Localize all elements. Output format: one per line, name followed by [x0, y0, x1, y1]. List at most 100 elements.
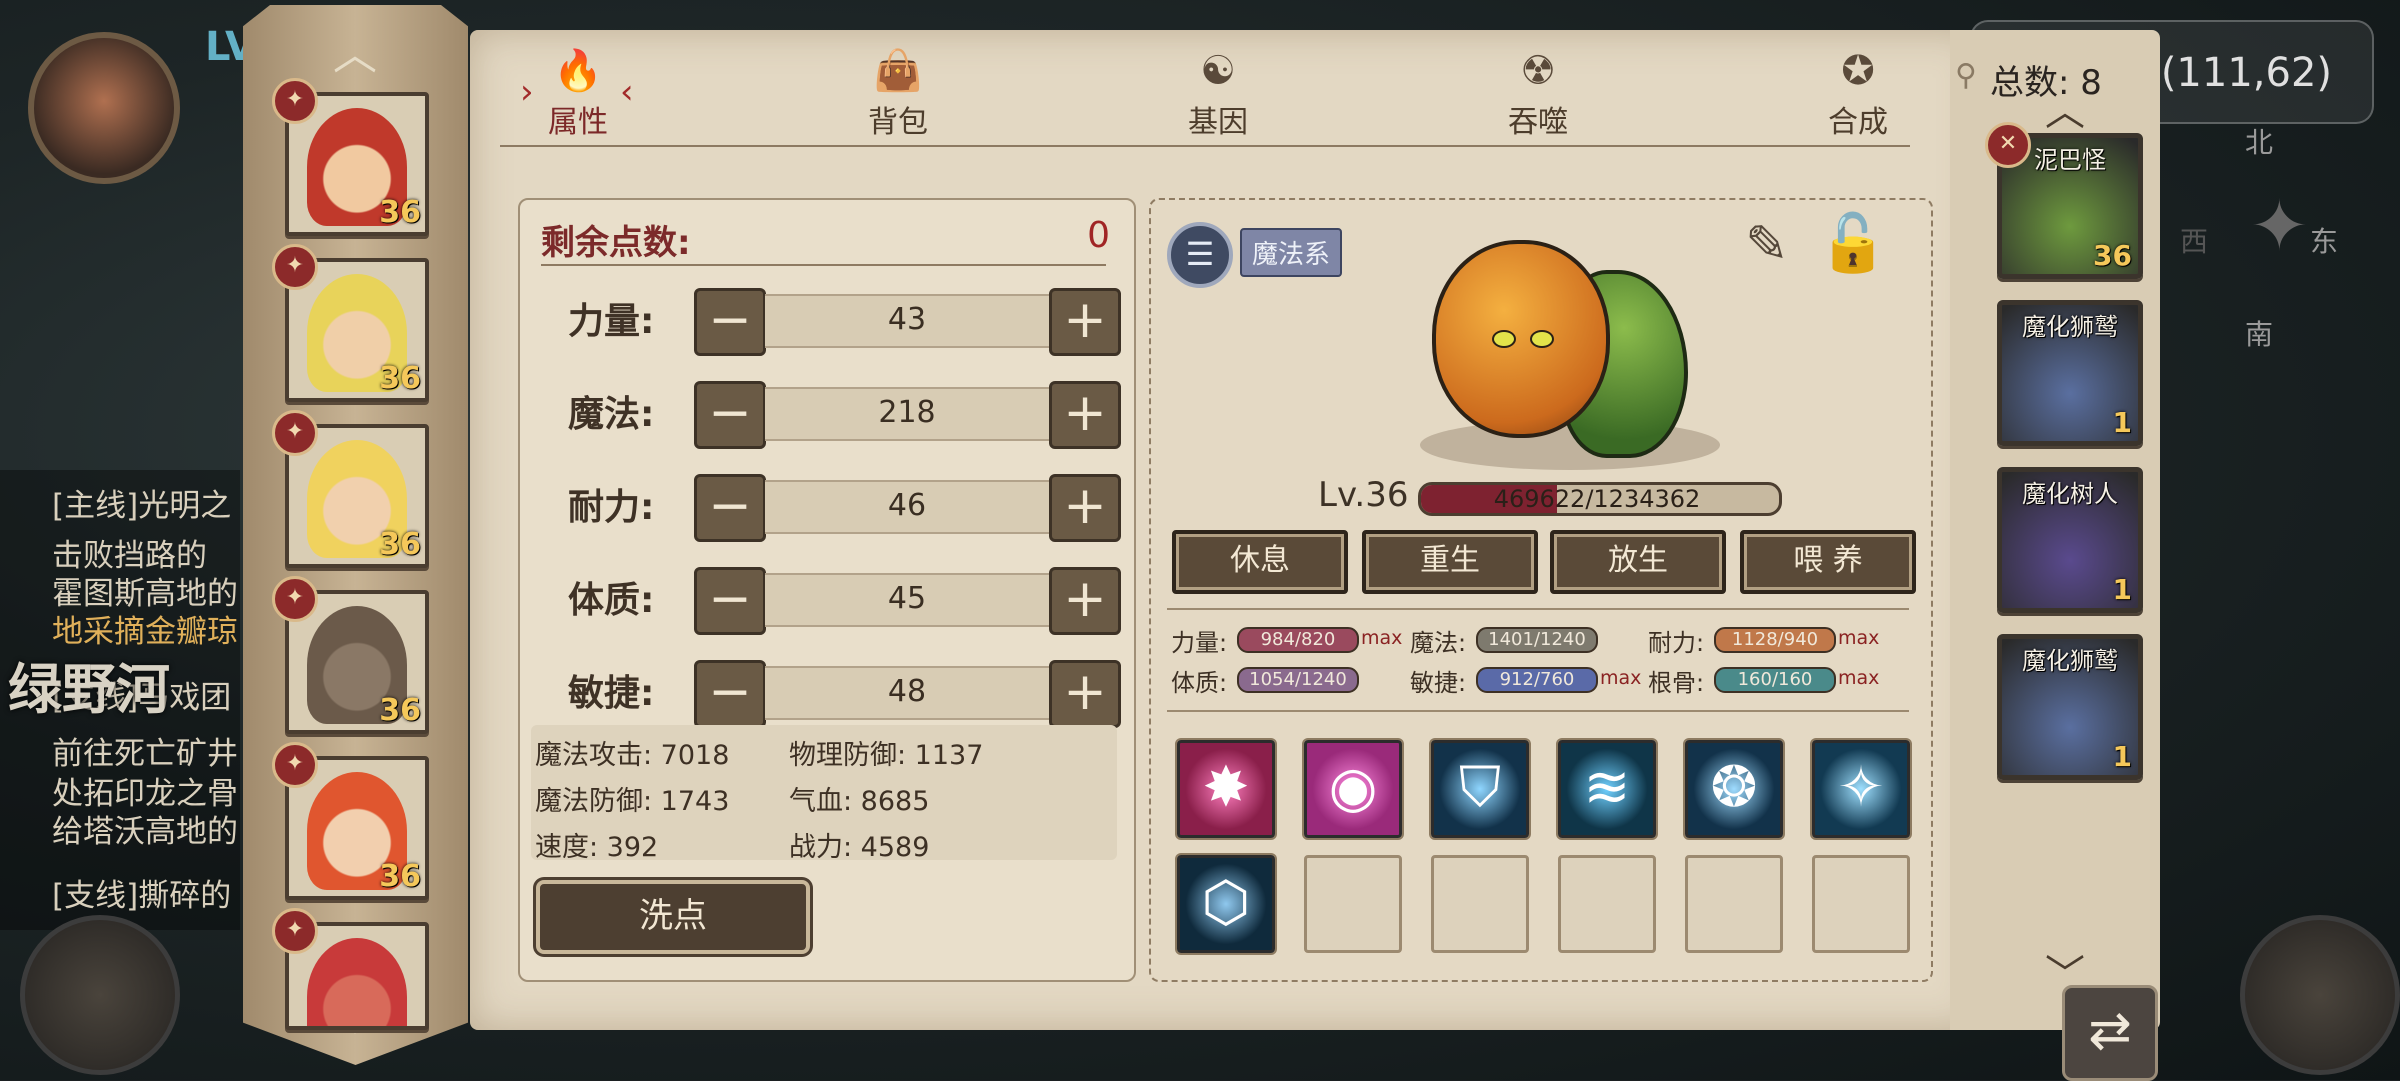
minus-button[interactable]: − — [694, 288, 766, 356]
compass-east: 东 — [2310, 225, 2339, 258]
feed-button[interactable]: 喂 养 — [1740, 530, 1916, 594]
empty-skill-slot[interactable] — [1685, 855, 1783, 953]
plus-button[interactable]: + — [1049, 660, 1121, 728]
tab-devour[interactable]: ☢ 吞噬 — [1468, 45, 1608, 155]
character-scroll-up-icon[interactable]: ︿ — [325, 33, 385, 77]
derived-stat: 物理防御: 1137 — [789, 740, 984, 771]
derived-stat: 魔法攻击: 7018 — [535, 740, 730, 771]
tab-label: 背包 — [868, 105, 928, 140]
remaining-points-value: 0 — [1087, 215, 1110, 256]
pet-eye — [1492, 330, 1516, 348]
minus-button[interactable]: − — [694, 567, 766, 635]
pet-attribute-label: 魔法: — [1410, 629, 1467, 657]
list-icon[interactable]: ☰ — [1167, 222, 1233, 288]
plus-button[interactable]: + — [1049, 288, 1121, 356]
stat-value: 218 — [878, 395, 936, 430]
stat-value: 48 — [887, 674, 927, 709]
vortex-skill-icon[interactable]: ❂ — [1685, 740, 1783, 838]
plus-button[interactable]: + — [1049, 381, 1121, 449]
pet-list-item[interactable]: 魔化狮鹫 1 — [1997, 300, 2143, 446]
tab-gene[interactable]: ☯ 基因 — [1148, 45, 1288, 155]
derived-stat: 速度: 392 — [535, 832, 659, 863]
tab-label: 吞噬 — [1508, 105, 1568, 140]
empty-skill-slot[interactable] — [1304, 855, 1402, 953]
stat-label: 耐力: — [568, 487, 655, 528]
release-button[interactable]: 放生 — [1550, 530, 1726, 594]
pet-attribute-label: 敏捷: — [1410, 669, 1467, 697]
character-class-icon: ✦ — [272, 908, 318, 954]
bag-icon: 👜 — [873, 48, 923, 94]
empty-skill-slot[interactable] — [1431, 855, 1529, 953]
pet-attribute-max: max — [1838, 667, 1880, 689]
claw-skill-icon[interactable]: ≋ — [1558, 740, 1656, 838]
pet-list-item[interactable]: 魔化树人 1 — [1997, 467, 2143, 613]
empty-skill-slot[interactable] — [1558, 855, 1656, 953]
pet-attribute-max: max — [1600, 667, 1642, 689]
character-class-icon: ✦ — [272, 410, 318, 456]
quest-text[interactable]: 给塔沃高地的 — [52, 806, 252, 851]
shatter-skill-icon[interactable]: ✧ — [1812, 740, 1910, 838]
map-shortcut-button[interactable] — [20, 915, 180, 1075]
pet-divider — [1167, 608, 1909, 610]
tab-selected-left-icon: › — [520, 72, 534, 112]
plus-button[interactable]: + — [1049, 567, 1121, 635]
player-avatar[interactable] — [28, 32, 180, 184]
pet-name: 魔化树人 — [2022, 480, 2118, 508]
rename-feather-icon[interactable]: ✎ — [1745, 215, 1789, 275]
minus-button[interactable]: − — [694, 381, 766, 449]
gene-icon: ☯ — [1200, 48, 1236, 94]
panel-pin-icon: ⚲ — [1955, 58, 1977, 93]
synth-icon: ✪ — [1841, 48, 1875, 94]
tab-bag[interactable]: 👜 背包 — [828, 45, 968, 155]
stat-label: 力量: — [568, 301, 655, 342]
orb-skill-icon[interactable]: ◉ — [1304, 740, 1402, 838]
pet-count: 36 — [2093, 239, 2132, 272]
character-level: 36 — [379, 195, 421, 230]
minus-button[interactable]: − — [694, 660, 766, 728]
stat-value: 43 — [887, 302, 927, 337]
pet-attribute-value: 1401/1240 — [1476, 627, 1598, 653]
compass-west: 西 — [2180, 225, 2209, 258]
quest-text[interactable]: [支线]撕碎的 — [52, 870, 252, 915]
tab-label: 合成 — [1828, 105, 1888, 140]
swap-icon[interactable]: ⇄ — [2062, 985, 2158, 1081]
pet-attribute-value: 984/820 — [1237, 627, 1359, 653]
quest-text[interactable]: 前往死亡矿井 — [52, 728, 252, 773]
pet-pumpkin-body — [1432, 240, 1610, 438]
derived-stat: 战力: 4589 — [789, 832, 930, 863]
pet-attribute-max: max — [1838, 627, 1880, 649]
tab-divider — [500, 145, 1910, 147]
pet-attribute-label: 耐力: — [1648, 629, 1705, 657]
rest-button[interactable]: 休息 — [1172, 530, 1348, 594]
character-portrait — [307, 938, 407, 1026]
pet-attribute-value: 1128/940 — [1714, 627, 1836, 653]
area-name-label: 绿野河 — [8, 658, 170, 721]
shield-skill-icon[interactable]: ⛉ — [1431, 740, 1529, 838]
lock-icon[interactable]: 🔓 — [1818, 210, 1888, 276]
pet-eye — [1530, 330, 1554, 348]
pet-attribute-value: 1054/1240 — [1237, 667, 1359, 693]
stat-label: 魔法: — [568, 394, 655, 435]
selected-pet-icon: ✕ — [1985, 122, 2031, 168]
character-level: 36 — [379, 859, 421, 894]
pet-divider — [1167, 710, 1909, 712]
quest-text[interactable]: [主线]光明之 — [52, 480, 252, 525]
plus-button[interactable]: + — [1049, 474, 1121, 542]
tab-label: 基因 — [1188, 105, 1248, 140]
pet-list-item[interactable]: 魔化狮鹫 1 — [1997, 634, 2143, 780]
rebirth-button[interactable]: 重生 — [1362, 530, 1538, 594]
pet-level: Lv.36 — [1318, 475, 1409, 515]
pet-count: 1 — [2112, 740, 2132, 773]
reset-points-button[interactable]: 洗点 — [536, 880, 810, 954]
hex-skill-icon[interactable]: ⬡ — [1177, 855, 1275, 953]
pet-name: 魔化狮鹫 — [2022, 647, 2118, 675]
burst-skill-icon[interactable]: ✸ — [1177, 740, 1275, 838]
character-level: 36 — [379, 361, 421, 396]
empty-skill-slot[interactable] — [1812, 855, 1910, 953]
tab-synth[interactable]: ✪ 合成 — [1788, 45, 1928, 155]
home-shortcut-button[interactable] — [2240, 915, 2400, 1075]
pet-attribute-max: max — [1361, 627, 1403, 649]
pet-name: 魔化狮鹫 — [2022, 313, 2118, 341]
pet-scroll-up-icon[interactable]: ︿ — [2035, 92, 2095, 132]
minus-button[interactable]: − — [694, 474, 766, 542]
